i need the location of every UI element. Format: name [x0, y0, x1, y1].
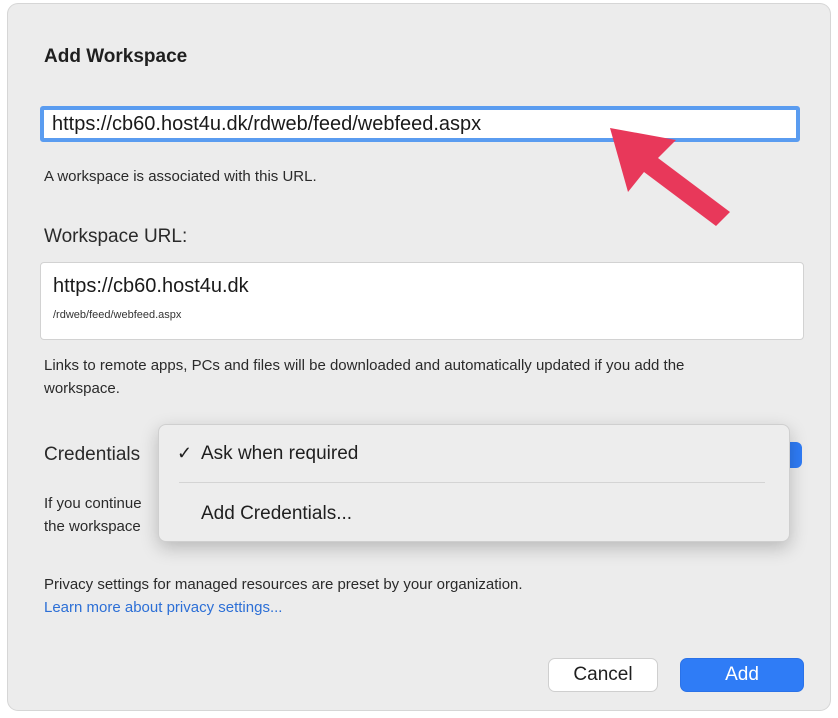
- workspace-url-host: https://cb60.host4u.dk: [53, 275, 249, 297]
- workspace-url-display: https://cb60.host4u.dk /rdweb/feed/webfe…: [40, 262, 804, 340]
- links-description: Links to remote apps, PCs and files will…: [44, 357, 685, 397]
- screen: Add Workspace A workspace is associated …: [0, 0, 838, 718]
- workspace-url-path: /rdweb/feed/webfeed.aspx: [53, 309, 182, 321]
- menu-separator: [179, 482, 765, 483]
- learn-more-privacy-link[interactable]: Learn more about privacy settings...: [44, 599, 282, 616]
- credentials-label: Credentials: [44, 444, 141, 465]
- menu-item-label: Ask when required: [201, 443, 359, 464]
- checkmark-icon: ✓: [177, 443, 193, 463]
- privacy-text: Privacy settings for managed resources a…: [44, 576, 523, 593]
- add-button[interactable]: Add: [680, 658, 804, 692]
- cancel-button[interactable]: Cancel: [548, 658, 658, 692]
- workspace-url-input[interactable]: [40, 106, 800, 142]
- continue-line-2: the workspace: [44, 518, 141, 535]
- continue-description: If you continue the workspace: [44, 492, 162, 538]
- credentials-dropdown-menu: ✓ Ask when required Add Credentials...: [158, 424, 790, 542]
- continue-line-1: If you continue: [44, 495, 142, 512]
- menu-item-label: Add Credentials...: [201, 503, 353, 524]
- workspace-url-label: Workspace URL:: [44, 226, 188, 247]
- association-text: A workspace is associated with this URL.: [44, 168, 317, 185]
- dialog-title: Add Workspace: [44, 46, 188, 67]
